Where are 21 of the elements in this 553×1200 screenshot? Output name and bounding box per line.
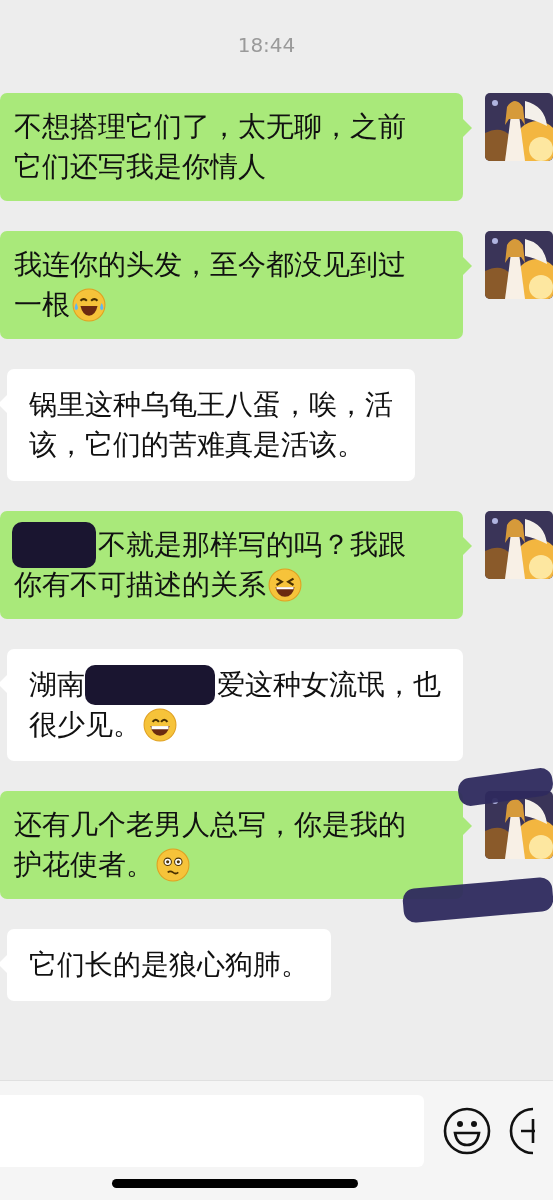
message-text: 还有几个老男人总写，你是我的 <box>14 807 406 843</box>
message-text: 护花使者。 <box>14 847 154 883</box>
message-text: 很少见。 <box>29 707 141 743</box>
message-text: 爱这种女流氓，也 <box>217 667 441 703</box>
emoji-icon <box>72 288 106 322</box>
message-text: 它们还写我是你情人 <box>14 149 266 185</box>
message-text: 不就是那样写的吗？我跟 <box>98 527 406 563</box>
message-text: 该，它们的苦难真是活该。 <box>29 427 365 463</box>
emoji-button-icon[interactable] <box>443 1107 491 1155</box>
message-text: 你有不可描述的关系 <box>14 567 266 603</box>
message-text: 不想搭理它们了，太无聊，之前 <box>14 109 406 145</box>
emoji-icon <box>156 848 190 882</box>
message-text: 它们长的是狼心狗肺。 <box>29 947 309 983</box>
plus-icon[interactable] <box>509 1107 535 1155</box>
message-text: 我连你的头发，至今都没见到过 <box>14 247 406 283</box>
emoji-icon <box>143 708 177 742</box>
message-text: 锅里这种乌龟王八蛋，唉，活 <box>29 387 393 423</box>
message-text: 一根 <box>14 287 70 323</box>
emoji-icon <box>268 568 302 602</box>
timestamp: 18:44 <box>237 32 296 58</box>
message-text: 湖南 <box>29 667 85 703</box>
